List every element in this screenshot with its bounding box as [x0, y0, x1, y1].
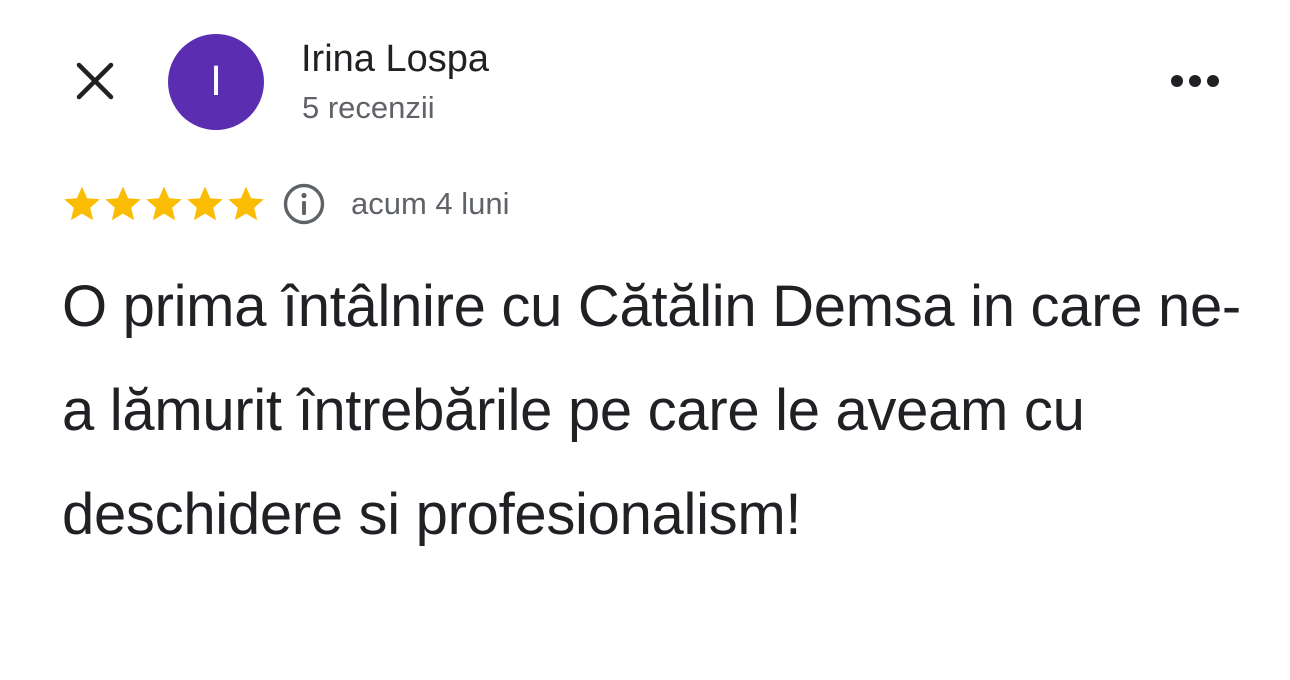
info-button[interactable]: [281, 181, 327, 227]
star-icon: [64, 186, 100, 221]
review-date: acum 4 luni: [351, 186, 510, 221]
star-rating: [62, 184, 267, 224]
rating-row: acum 4 luni: [62, 178, 510, 230]
reviewer-review-count: 5 recenzii: [302, 90, 435, 125]
more-options-button[interactable]: [1164, 56, 1226, 106]
info-icon: [283, 183, 325, 225]
star-icon: [105, 186, 141, 221]
star-icon: [187, 186, 223, 221]
review-text: O prima întâlnire cu Cătălin Demsa in ca…: [62, 274, 1241, 547]
star-icon: [228, 186, 264, 221]
reviewer-name[interactable]: Irina Lospa: [301, 38, 489, 81]
avatar-initial: I: [210, 59, 222, 105]
star-icon: [146, 186, 182, 221]
close-button[interactable]: [64, 50, 126, 112]
close-icon: [76, 62, 114, 100]
review-card: I Irina Lospa 5 recenzii acum 4 luni O p…: [0, 0, 1290, 680]
more-horiz-icon: [1171, 75, 1219, 87]
avatar[interactable]: I: [168, 34, 264, 130]
